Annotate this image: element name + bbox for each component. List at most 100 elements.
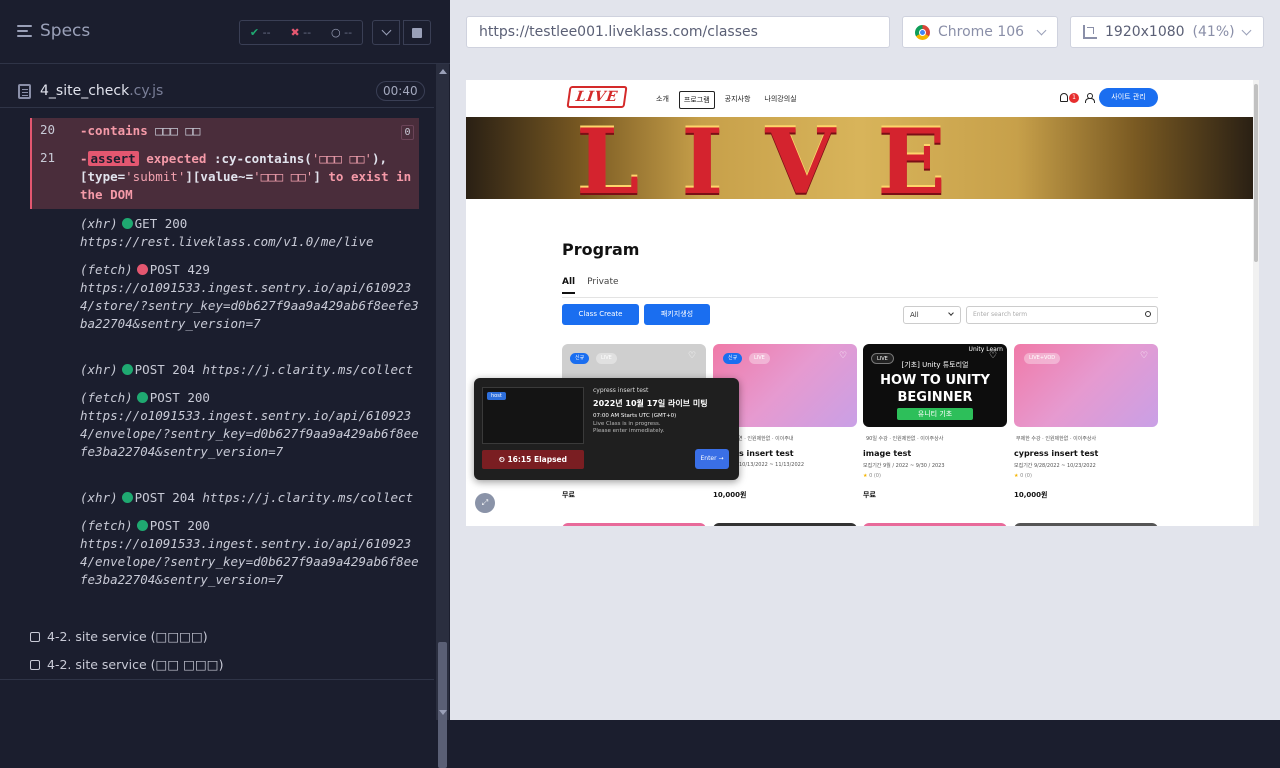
aut-scrollbar[interactable] bbox=[1253, 80, 1259, 526]
thumbnail-caption: [기초] Unity 튜토리얼 bbox=[901, 361, 969, 369]
program-tabs: All Private bbox=[562, 277, 619, 294]
card-price: 무료 bbox=[863, 491, 876, 499]
card-price: 10,000원 bbox=[713, 491, 747, 499]
notification-badge: 1 bbox=[1069, 93, 1079, 103]
viewport-size: 1920x1080 bbox=[1105, 24, 1185, 40]
card-title[interactable]: s insert test bbox=[739, 449, 794, 458]
nav-item-notice[interactable]: 공지사항 bbox=[721, 91, 755, 109]
tab-private[interactable]: Private bbox=[587, 277, 618, 294]
star-icon: ★ bbox=[863, 473, 868, 479]
nav-item-my-class[interactable]: 나의강의실 bbox=[760, 91, 800, 109]
log-type: (fetch) bbox=[80, 390, 133, 405]
heart-icon[interactable]: ♡ bbox=[839, 352, 848, 361]
live-tag: LIVE bbox=[596, 353, 617, 364]
browser-selector[interactable]: Chrome 106 bbox=[902, 16, 1058, 48]
log-method: GET 200 bbox=[134, 216, 188, 231]
failed-command-block[interactable]: 20 -contains □□□ □□ 0 21 - assert expecte… bbox=[30, 118, 419, 209]
class-create-button[interactable]: Class Create bbox=[562, 304, 639, 325]
enter-button[interactable]: Enter → bbox=[695, 449, 729, 469]
class-card-next-row[interactable] bbox=[1014, 523, 1158, 526]
test-item[interactable]: 4-2. site service (□□□□) bbox=[30, 629, 208, 644]
log-entry[interactable]: (fetch) POST 200 https://o1091533.ingest.s… bbox=[80, 517, 419, 589]
stop-button[interactable] bbox=[403, 20, 431, 45]
card-price: 10,000원 bbox=[1014, 491, 1048, 499]
search-input[interactable]: Enter search term bbox=[966, 306, 1158, 324]
log-method: POST 204 bbox=[134, 490, 195, 505]
card-price: 무료 bbox=[562, 491, 575, 499]
class-card[interactable]: LIVE+VOD ♡ bbox=[1014, 344, 1158, 427]
scrollbar-thumb[interactable] bbox=[438, 642, 447, 768]
status-dot-icon bbox=[136, 264, 148, 275]
log-url: https://j.clarity.ms/collect bbox=[202, 490, 414, 505]
filter-select[interactable]: All bbox=[903, 306, 961, 324]
contains-command[interactable]: -contains □□□ □□ bbox=[80, 122, 200, 140]
elapsed-timer: ⏲ 16:15 Elapsed bbox=[482, 450, 584, 469]
assert-text: ] bbox=[313, 169, 321, 184]
log-method: POST 200 bbox=[149, 390, 210, 405]
popup-info-line: Live Class is in progress. bbox=[593, 421, 661, 427]
class-card-next-row[interactable] bbox=[863, 523, 1007, 526]
log-entry[interactable]: (xhr) POST 204 https://j.clarity.ms/colle… bbox=[80, 489, 419, 507]
search-icon[interactable] bbox=[1145, 311, 1151, 317]
host-tag: host bbox=[487, 392, 506, 400]
log-type: (xhr) bbox=[80, 490, 118, 505]
log-entry[interactable]: (fetch) POST 429 https://o1091533.ingest.s… bbox=[80, 261, 419, 333]
log-entry[interactable]: (xhr) POST 204 https://j.clarity.ms/colle… bbox=[80, 361, 419, 379]
stop-icon bbox=[412, 27, 422, 38]
dropdown-button[interactable] bbox=[372, 20, 400, 45]
reporter-scrollbar[interactable] bbox=[436, 64, 449, 768]
specs-label: Specs bbox=[40, 21, 91, 41]
popup-title: 2022년 10월 17일 라이브 미팅 bbox=[593, 399, 708, 408]
tab-all[interactable]: All bbox=[562, 277, 576, 294]
expand-icon[interactable]: ⤢ bbox=[475, 493, 495, 513]
spec-file-header[interactable]: 4_site_check.cy.js 00:40 bbox=[0, 76, 434, 108]
nav-item-program[interactable]: 프로그램 bbox=[678, 91, 715, 109]
scroll-up-icon[interactable] bbox=[439, 69, 447, 74]
card-title[interactable]: image test bbox=[863, 449, 911, 458]
package-create-button[interactable]: 패키지생성 bbox=[644, 304, 710, 325]
bell-icon[interactable] bbox=[1060, 93, 1068, 102]
log-url: https://j.clarity.ms/collect bbox=[202, 362, 414, 377]
test-item[interactable]: 4-2. site service (□□ □□□) bbox=[30, 657, 223, 672]
scrollbar-thumb[interactable] bbox=[1254, 84, 1258, 262]
specs-toggle[interactable]: Specs bbox=[17, 21, 90, 41]
contains-arg: □□□ □□ bbox=[155, 123, 201, 138]
site-admin-button[interactable]: 사이트 관리 bbox=[1099, 88, 1158, 107]
class-card[interactable]: LIVE Unity Learn ♡ [기초] Unity 튜토리얼 HOW T… bbox=[863, 344, 1007, 427]
card-meta: 연 · 인원제한없 · 이이주내 bbox=[738, 436, 794, 442]
assert-command[interactable]: - assert expected :cy-contains('□□□ □□'),… bbox=[80, 150, 416, 204]
site-logo[interactable]: LIVE bbox=[566, 86, 628, 108]
heart-icon[interactable]: ♡ bbox=[1140, 352, 1149, 361]
chevron-down-icon bbox=[1036, 25, 1047, 35]
heart-icon[interactable]: ♡ bbox=[989, 352, 998, 361]
divider bbox=[562, 297, 1158, 298]
log-entry[interactable]: (fetch) POST 200 https://o1091533.ingest.s… bbox=[80, 389, 419, 461]
card-meta: 90일 수강 · 인원제한없 · 이이주상사 bbox=[866, 436, 944, 442]
rating-text: 0 (0) bbox=[1020, 473, 1032, 479]
contains-label: -contains bbox=[80, 123, 148, 138]
divider bbox=[0, 679, 434, 680]
browser-name: Chrome 106 bbox=[938, 24, 1025, 40]
url-bar[interactable]: https://testlee001.liveklass.com/classes bbox=[466, 16, 890, 48]
log-type: (fetch) bbox=[80, 262, 133, 277]
log-entry[interactable]: (xhr) GET 200 https://rest.liveklass.com/v… bbox=[80, 215, 419, 251]
status-dot-icon bbox=[136, 520, 148, 531]
card-title[interactable]: cypress insert test bbox=[1014, 449, 1098, 458]
assert-text: [type= bbox=[80, 169, 126, 184]
filter-value: All bbox=[910, 311, 919, 319]
log-method: POST 429 bbox=[149, 262, 210, 277]
heart-icon[interactable]: ♡ bbox=[688, 352, 697, 361]
assert-text: the DOM bbox=[80, 187, 133, 202]
assert-dash: - bbox=[80, 151, 88, 166]
nav-item-about[interactable]: 소개 bbox=[652, 91, 673, 109]
user-icon[interactable] bbox=[1085, 93, 1095, 103]
scroll-down-icon[interactable] bbox=[439, 710, 447, 715]
live-tag: LIVE bbox=[749, 353, 770, 364]
thumbnail-headline: HOW TO UNITY BEGINNER bbox=[863, 372, 1007, 406]
banner-text: LIVE bbox=[576, 117, 988, 199]
viewport-selector[interactable]: 1920x1080 (41%) bbox=[1070, 16, 1264, 48]
x-icon: ✖ bbox=[290, 26, 300, 39]
class-card-next-row[interactable] bbox=[713, 523, 857, 526]
class-card-next-row[interactable] bbox=[562, 523, 706, 526]
log-type: (xhr) bbox=[80, 216, 118, 231]
